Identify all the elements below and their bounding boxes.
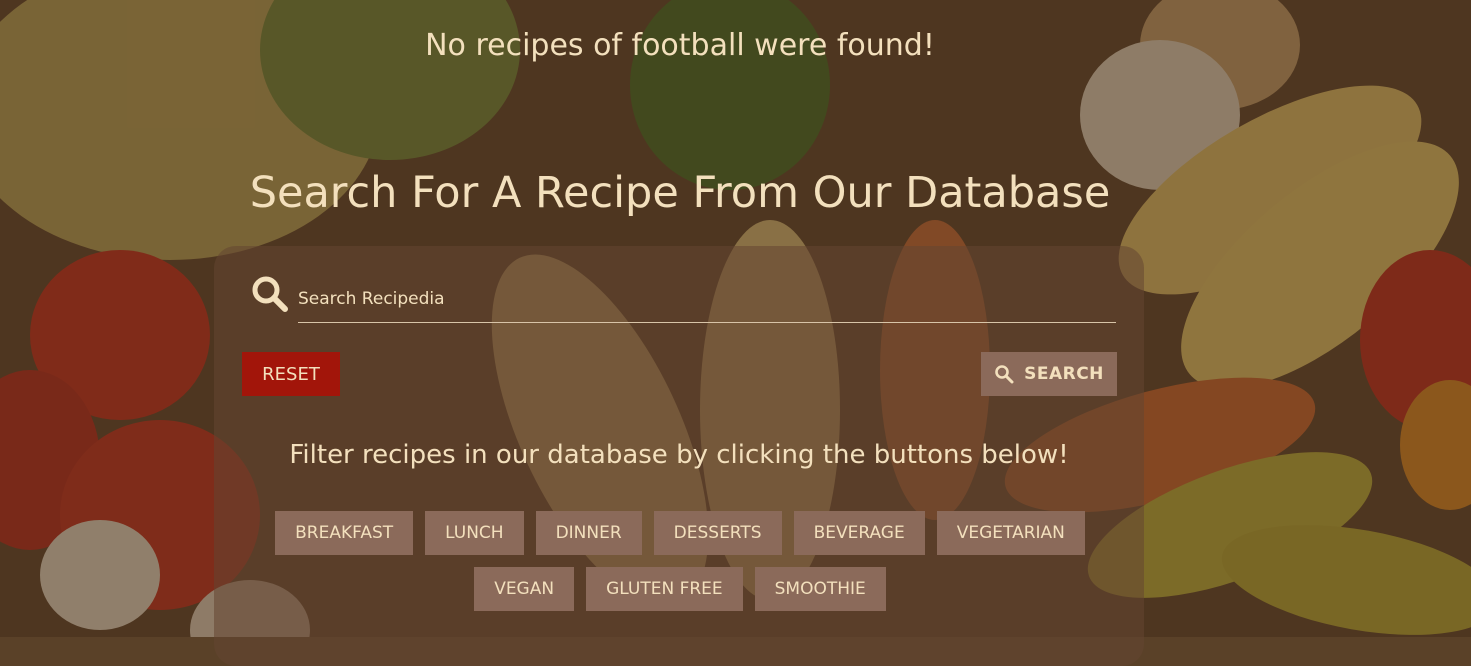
search-input[interactable] xyxy=(298,282,1116,323)
filter-dinner-button[interactable]: DINNER xyxy=(535,511,642,555)
filter-instructions: Filter recipes in our database by clicki… xyxy=(289,440,1069,470)
search-button-label: SEARCH xyxy=(1024,364,1104,384)
search-button[interactable]: SEARCH xyxy=(981,352,1117,396)
reset-button[interactable]: RESET xyxy=(242,352,340,396)
search-icon xyxy=(995,365,1014,384)
filter-smoothie-button[interactable]: SMOOTHIE xyxy=(754,567,886,611)
search-bar xyxy=(250,272,1118,323)
filter-desserts-button[interactable]: DESSERTS xyxy=(653,511,782,555)
filter-buttons: BREAKFAST LUNCH DINNER DESSERTS BEVERAGE… xyxy=(240,511,1120,611)
filter-gluten-free-button[interactable]: GLUTEN FREE xyxy=(586,567,743,611)
search-icon xyxy=(252,276,288,312)
filter-vegan-button[interactable]: VEGAN xyxy=(474,567,575,611)
filter-breakfast-button[interactable]: BREAKFAST xyxy=(275,511,414,555)
filter-lunch-button[interactable]: LUNCH xyxy=(425,511,524,555)
no-results-message: No recipes of football were found! xyxy=(425,28,935,63)
page-title: Search For A Recipe From Our Database xyxy=(249,168,1111,218)
filter-beverage-button[interactable]: BEVERAGE xyxy=(793,511,925,555)
filter-vegetarian-button[interactable]: VEGETARIAN xyxy=(936,511,1085,555)
